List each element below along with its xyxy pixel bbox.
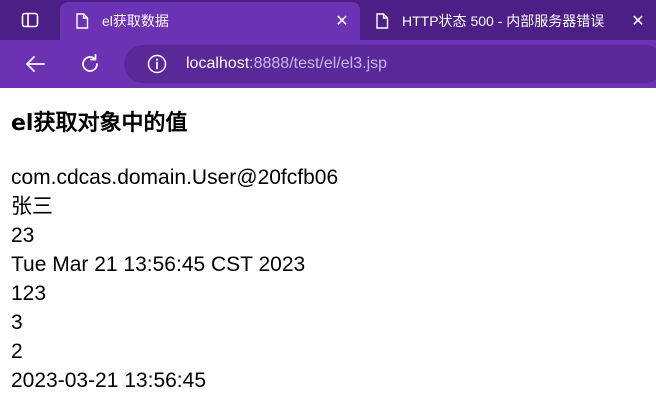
address-path: :8888/test/el/el3.jsp	[249, 55, 388, 72]
tab-actions-button[interactable]	[10, 8, 50, 32]
output-line: 2	[11, 340, 23, 363]
toolbar: localhost:8888/test/el/el3.jsp	[0, 40, 656, 88]
address-bar[interactable]: localhost:8888/test/el/el3.jsp	[124, 45, 656, 83]
output-line: 23	[11, 224, 35, 247]
output-line: 2023-03-21 13:56:45	[11, 369, 206, 392]
page-icon	[74, 13, 90, 29]
output-line: 张三	[11, 195, 53, 218]
site-info-icon[interactable]	[146, 53, 168, 75]
back-arrow-icon	[26, 56, 45, 72]
output-lines: com.cdcas.domain.User@20fcfb06 张三 23 Tue…	[11, 163, 338, 395]
close-tab-icon[interactable]: ✕	[330, 9, 354, 33]
output-line: Tue Mar 21 13:56:45 CST 2023	[11, 253, 306, 276]
tab-title: HTTP状态 500 - 内部服务器错误	[402, 13, 605, 29]
address-host: localhost	[186, 55, 250, 72]
browser-window: el获取数据 ✕ HTTP状态 500 - 内部服务器错误 ✕ localhos…	[0, 0, 656, 407]
reload-icon	[82, 53, 98, 72]
tab-active[interactable]: el获取数据 ✕	[60, 2, 360, 40]
address-url[interactable]: localhost:8888/test/el/el3.jsp	[186, 55, 387, 73]
tab-title: el获取数据	[102, 13, 169, 29]
close-tab-icon[interactable]: ✕	[626, 9, 650, 33]
output-line: 3	[11, 311, 23, 334]
tab-inactive[interactable]: HTTP状态 500 - 内部服务器错误 ✕	[360, 2, 656, 40]
page-icon	[374, 13, 390, 29]
page-heading: el获取对象中的值	[11, 111, 188, 136]
output-line: com.cdcas.domain.User@20fcfb06	[11, 166, 339, 189]
output-line: 123	[11, 282, 47, 305]
tab-actions-icon	[21, 12, 39, 28]
reload-button[interactable]	[76, 50, 104, 78]
page-content: el获取对象中的值 com.cdcas.domain.User@20fcfb06…	[0, 88, 656, 407]
tab-strip: el获取数据 ✕ HTTP状态 500 - 内部服务器错误 ✕	[0, 0, 656, 40]
back-button[interactable]	[21, 50, 49, 78]
